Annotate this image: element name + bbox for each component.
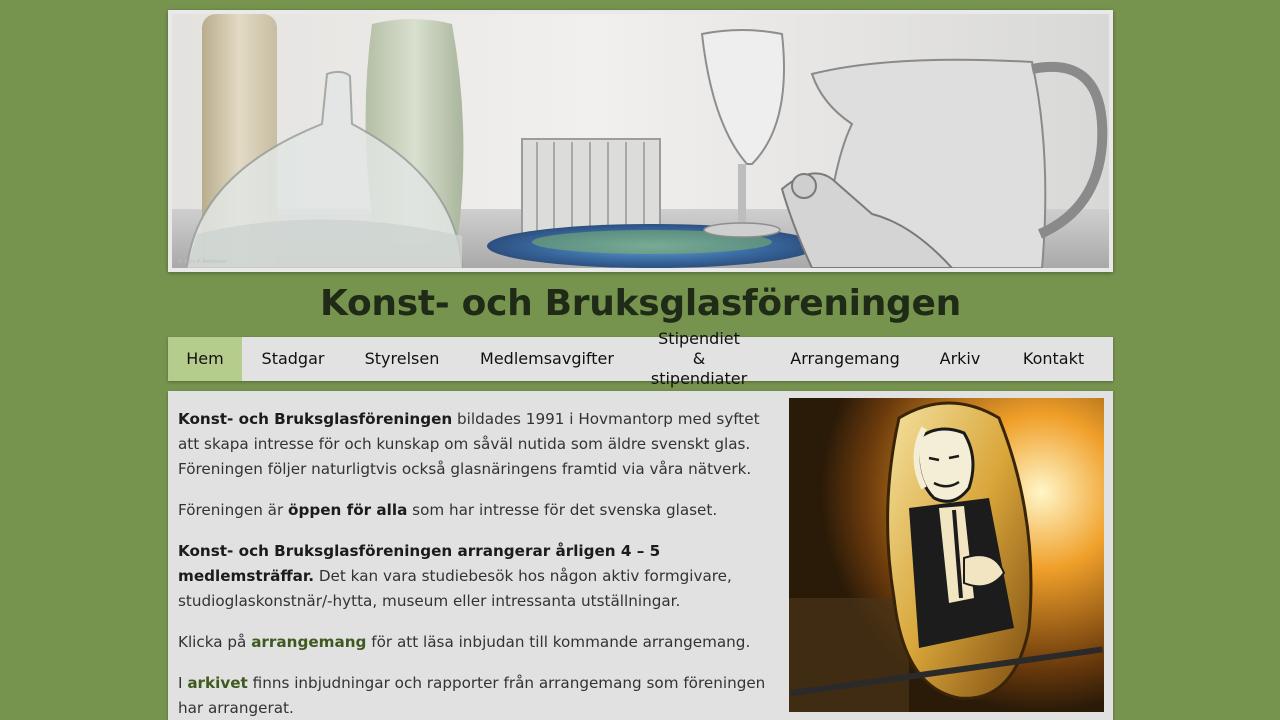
paragraph-text: Föreningen är [178,501,289,519]
nav-item-arrangemang[interactable]: Arrangemang [764,337,926,381]
org-name-bold: Konst- och Bruksglasföreningen [178,410,453,428]
paragraph-text: som har intresse för det svenska glaset. [407,501,718,519]
paragraph-text: I [178,674,188,692]
photo-credit: © Lars V. Åkerblom [178,259,227,265]
intro-text: Konst- och Bruksglasföreningen bildades … [178,407,783,720]
paragraph-text: finns inbjudningar och rapporter från ar… [178,674,766,717]
paragraph-meetings: Konst- och Bruksglasföreningen arrangera… [178,539,783,614]
nav-item-medlemsavgifter[interactable]: Medlemsavgifter [460,337,634,381]
nav-item-kontakt[interactable]: Kontakt [994,337,1113,381]
page-wrapper: © Lars V. Åkerblom Konst- och Bruksglasf… [168,10,1113,720]
arkivet-link[interactable]: arkivet [187,674,248,692]
paragraph-intro: Konst- och Bruksglasföreningen bildades … [178,407,783,482]
glass-artwork-photo [789,398,1104,712]
nav-item-hem[interactable]: Hem [168,337,242,381]
arrangemang-link[interactable]: arrangemang [251,633,366,651]
nav-item-arkiv[interactable]: Arkiv [926,337,994,381]
paragraph-text: för att läsa inbjudan till kommande arra… [366,633,751,651]
header-banner-image: © Lars V. Åkerblom [168,10,1113,272]
paragraph-open: Föreningen är öppen för alla som har int… [178,498,783,523]
nav-item-stadgar[interactable]: Stadgar [242,337,344,381]
paragraph-archive: I arkivet finns inbjudningar och rapport… [178,671,783,720]
open-for-all-bold: öppen för alla [288,501,408,519]
paragraph-text: Klicka på [178,633,252,651]
paragraph-events: Klicka på arrangemang för att läsa inbju… [178,630,783,655]
main-navigation: Hem Stadgar Styrelsen Medlemsavgifter St… [168,329,1113,388]
nav-item-styrelsen[interactable]: Styrelsen [344,337,460,381]
nav-item-stipendiet[interactable]: Stipendiet & stipendiater [634,329,764,388]
site-title: Konst- och Bruksglasföreningen [320,283,961,324]
main-content: Konst- och Bruksglasföreningen bildades … [168,391,1113,720]
